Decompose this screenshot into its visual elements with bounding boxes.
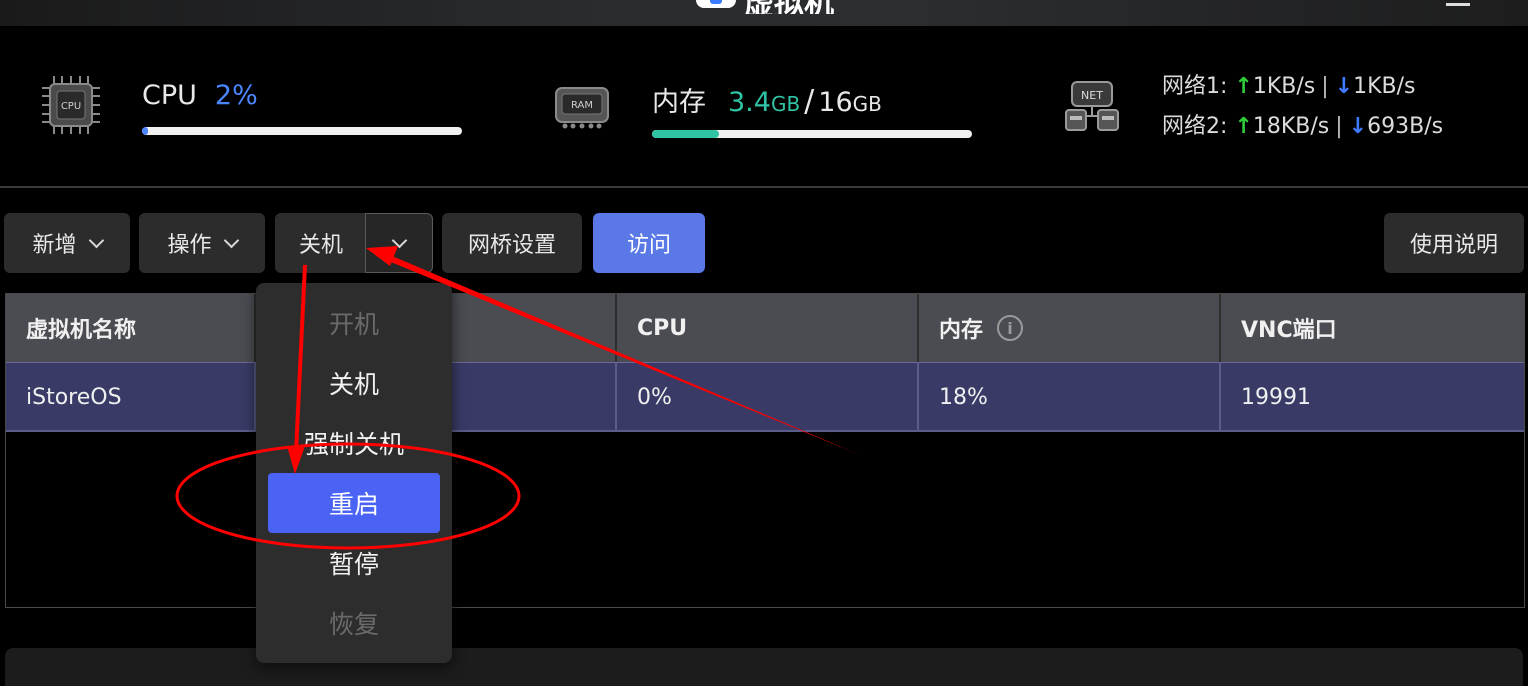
- operate-label: 操作: [167, 233, 212, 258]
- chevron-down-icon: [223, 232, 239, 248]
- download-arrow-icon: ↓: [1348, 114, 1368, 139]
- header-memory-label: 内存: [939, 318, 984, 343]
- memory-slash: /: [804, 84, 815, 119]
- minimize-button[interactable]: [1446, 0, 1470, 6]
- network-2-up: 18KB/s: [1252, 114, 1330, 139]
- memory-total-value: 16: [818, 87, 853, 118]
- cpu-progress-bar: [142, 127, 462, 135]
- cell-vnc-port: 19991: [1241, 384, 1311, 410]
- cpu-value: 2%: [214, 80, 258, 111]
- bridge-label: 网桥设置: [467, 233, 556, 258]
- separator: |: [1321, 74, 1329, 99]
- operate-dropdown-button[interactable]: 操作: [139, 213, 265, 273]
- menu-item-shutdown[interactable]: 关机: [256, 353, 452, 413]
- add-dropdown-button[interactable]: 新增: [4, 213, 130, 273]
- memory-progress-bar: [652, 130, 972, 138]
- title-bar: 虚拟机: [0, 0, 1528, 26]
- menu-item-pause[interactable]: 暂停: [256, 533, 452, 593]
- header-vm-name: 虚拟机名称: [6, 294, 256, 362]
- header-cpu: CPU: [617, 294, 919, 362]
- visit-button[interactable]: 访问: [593, 213, 705, 273]
- ram-chip-label: RAM: [571, 100, 593, 111]
- cell-vm-name: iStoreOS: [6, 363, 256, 431]
- vm-table: 虚拟机名称 CPU 内存 i VNC端口 iStoreOS 0% 18% 1999…: [5, 293, 1525, 608]
- upload-arrow-icon: ↑: [1234, 74, 1253, 99]
- memory-label: 内存: [652, 87, 706, 118]
- menu-item-restart[interactable]: 重启: [268, 473, 440, 533]
- shutdown-dropdown-menu: 开机 关机 强制关机 重启 暂停 恢复: [256, 283, 452, 663]
- chevron-down-icon: [88, 232, 104, 248]
- add-label: 新增: [32, 233, 77, 258]
- app-icon: [696, 0, 736, 8]
- network-1-down: 1KB/s: [1353, 74, 1416, 99]
- cpu-progress-fill: [142, 127, 149, 135]
- shutdown-label: 关机: [298, 233, 343, 258]
- bottom-panel: [5, 648, 1523, 686]
- memory-stat: 内存 3.4GB/16GB: [652, 80, 882, 119]
- visit-label: 访问: [626, 233, 671, 258]
- network-2-line: 网络2: ↑18KB/s | ↓693B/s: [1162, 108, 1443, 140]
- manual-button[interactable]: 使用说明: [1384, 213, 1524, 273]
- stats-bar: CPU CPU 2% RAM 内存 3.4GB/16GB NET 网络1: ↑1KB…: [0, 26, 1528, 188]
- network-1-up: 1KB/s: [1252, 74, 1316, 99]
- cpu-chip-label: CPU: [61, 101, 81, 112]
- network-2-label: 网络2:: [1162, 114, 1228, 139]
- shutdown-button[interactable]: 关机: [275, 213, 367, 273]
- info-icon[interactable]: i: [997, 315, 1024, 341]
- memory-total-unit: GB: [852, 92, 882, 116]
- manual-label: 使用说明: [1409, 233, 1498, 258]
- network-icon: NET: [1065, 81, 1119, 131]
- menu-item-resume[interactable]: 恢复: [256, 593, 452, 653]
- download-arrow-icon: ↓: [1334, 74, 1354, 99]
- cpu-label: CPU: [142, 80, 197, 111]
- chevron-down-icon: [391, 232, 407, 248]
- menu-item-force-shutdown[interactable]: 强制关机: [256, 413, 452, 473]
- cpu-stat: CPU 2%: [142, 80, 258, 111]
- header-vnc-port: VNC端口: [1241, 318, 1337, 343]
- close-button[interactable]: [1500, 0, 1524, 6]
- separator: |: [1335, 114, 1343, 139]
- memory-used-value: 3.4: [728, 87, 771, 118]
- ram-chip-icon: RAM: [555, 87, 609, 129]
- cell-memory: 18%: [919, 363, 1221, 431]
- table-header: 虚拟机名称 CPU 内存 i VNC端口: [6, 294, 1524, 362]
- header-memory: 内存 i: [919, 294, 1221, 362]
- window-title: 虚拟机: [744, 0, 834, 14]
- bridge-settings-button[interactable]: 网桥设置: [442, 213, 582, 273]
- upload-arrow-icon: ↑: [1234, 114, 1253, 139]
- memory-used-unit: GB: [770, 92, 801, 116]
- menu-item-power-on[interactable]: 开机: [256, 293, 452, 353]
- table-row[interactable]: iStoreOS 0% 18% 19991: [6, 362, 1524, 432]
- network-2-down: 693B/s: [1367, 114, 1444, 139]
- cell-cpu: 0%: [617, 363, 919, 431]
- network-1-line: 网络1: ↑1KB/s | ↓1KB/s: [1162, 68, 1416, 100]
- cpu-chip-icon: CPU: [42, 76, 100, 134]
- network-1-label: 网络1:: [1162, 74, 1228, 99]
- memory-progress-fill: [652, 130, 720, 138]
- network-chip-label: NET: [1081, 89, 1103, 102]
- shutdown-menu-toggle[interactable]: [365, 213, 433, 273]
